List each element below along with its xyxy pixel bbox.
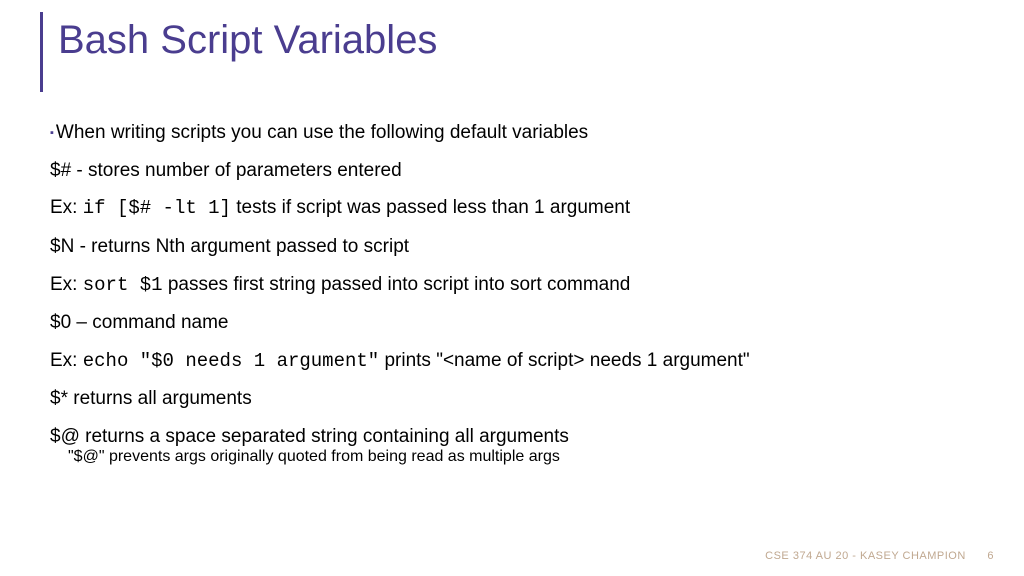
ex-code: if [$# -lt 1] <box>83 197 231 219</box>
page-number: 6 <box>987 550 994 562</box>
ex-prefix: Ex: <box>50 274 83 295</box>
slide-footer: CSE 374 AU 20 - KASEY CHAMPION 6 <box>765 550 994 562</box>
var-n: $N - returns Nth argument passed to scri… <box>50 234 984 260</box>
ex-n: Ex: sort $1 passes first string passed i… <box>50 272 984 299</box>
ex-desc: passes first string passed into script i… <box>163 274 631 295</box>
var-star: $* returns all arguments <box>50 386 984 412</box>
ex-prefix: Ex: <box>50 350 83 371</box>
var-zero: $0 – command name <box>50 310 984 336</box>
ex-prefix: Ex: <box>50 197 83 218</box>
slide-title: Bash Script Variables <box>58 18 437 63</box>
footer-text: CSE 374 AU 20 - KASEY CHAMPION <box>765 550 966 562</box>
ex-zero: Ex: echo "$0 needs 1 argument" prints "<… <box>50 348 984 375</box>
ex-code: echo "$0 needs 1 argument" <box>83 350 379 372</box>
intro-line: When writing scripts you can use the fol… <box>50 120 984 146</box>
slide-content: When writing scripts you can use the fol… <box>50 120 984 476</box>
title-accent-bar <box>40 12 43 92</box>
ex-desc: tests if script was passed less than 1 a… <box>231 197 630 218</box>
var-hash: $# - stores number of parameters entered <box>50 158 984 184</box>
var-at: $@ returns a space separated string cont… <box>50 424 984 450</box>
var-at-sub: "$@" prevents args originally quoted fro… <box>68 448 984 466</box>
ex-desc: prints "<name of script> needs 1 argumen… <box>379 350 749 371</box>
ex-hash: Ex: if [$# -lt 1] tests if script was pa… <box>50 195 984 222</box>
ex-code: sort $1 <box>83 274 163 296</box>
